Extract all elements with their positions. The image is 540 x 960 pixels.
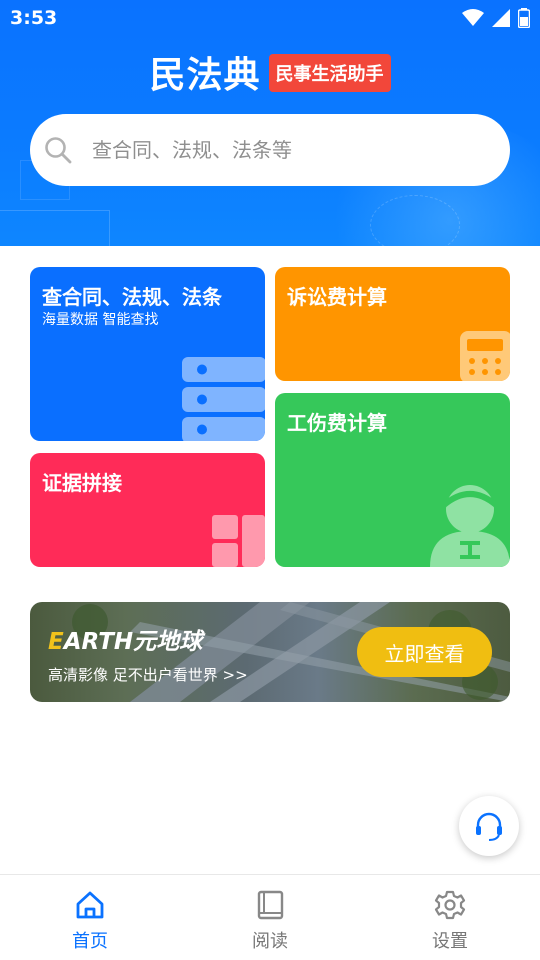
injury-fee-card[interactable]: 工伤费计算	[275, 393, 510, 567]
worker-icon	[430, 485, 510, 567]
header-background: 3:53 民法典 民事生活助手	[0, 0, 540, 246]
view-now-button[interactable]: 立即查看	[357, 627, 492, 677]
home-icon	[76, 891, 104, 919]
search-bar[interactable]	[30, 114, 510, 186]
tab-settings[interactable]: 设置	[360, 875, 540, 960]
bottom-tab-bar: 首页 阅读 设置	[0, 874, 540, 960]
tab-read[interactable]: 阅读	[180, 875, 360, 960]
status-bar: 3:53	[0, 0, 540, 36]
tab-home[interactable]: 首页	[0, 875, 180, 960]
status-icons	[462, 8, 530, 28]
evidence-card-title: 证据拼接	[42, 471, 122, 495]
database-icon	[182, 357, 265, 441]
app-subtitle-badge: 民事生活助手	[268, 54, 391, 92]
tab-settings-label: 设置	[432, 931, 468, 952]
litigation-fee-card[interactable]: 诉讼费计算	[275, 267, 510, 381]
header-decoration	[370, 195, 460, 246]
tab-read-label: 阅读	[252, 931, 288, 952]
banner-title-initial: E	[48, 629, 64, 655]
tab-home-label: 首页	[72, 931, 108, 952]
litigation-fee-card-title: 诉讼费计算	[287, 285, 387, 309]
header-decoration	[0, 210, 110, 246]
search-icon	[45, 137, 72, 164]
earth-banner[interactable]: EARTH元地球 高清影像 足不出户看世界 >> 立即查看	[30, 602, 510, 702]
calculator-icon	[460, 331, 510, 381]
app-title-bar: 民法典 民事生活助手	[0, 50, 540, 96]
signal-icon	[492, 9, 510, 27]
banner-title: EARTH元地球	[48, 622, 202, 656]
lookup-card[interactable]: 查合同、法规、法条 海量数据 智能查找	[30, 267, 265, 441]
gear-icon	[434, 890, 466, 920]
battery-icon	[518, 8, 530, 28]
status-time: 3:53	[10, 7, 58, 29]
lookup-card-subtitle: 海量数据 智能查找	[42, 312, 159, 328]
banner-subtitle: 高清影像 足不出户看世界 >>	[48, 666, 248, 684]
injury-fee-card-title: 工伤费计算	[287, 411, 387, 435]
book-icon	[257, 890, 284, 920]
app-title: 民法典	[149, 55, 261, 96]
banner-title-rest: ARTH元地球	[63, 629, 203, 655]
customer-service-button[interactable]	[459, 796, 519, 856]
lookup-card-title: 查合同、法规、法条	[42, 285, 222, 309]
evidence-card[interactable]: 证据拼接	[30, 453, 265, 567]
puzzle-icon	[212, 515, 265, 567]
wifi-icon	[462, 9, 484, 26]
search-input[interactable]	[92, 138, 452, 162]
headset-icon	[476, 812, 502, 841]
